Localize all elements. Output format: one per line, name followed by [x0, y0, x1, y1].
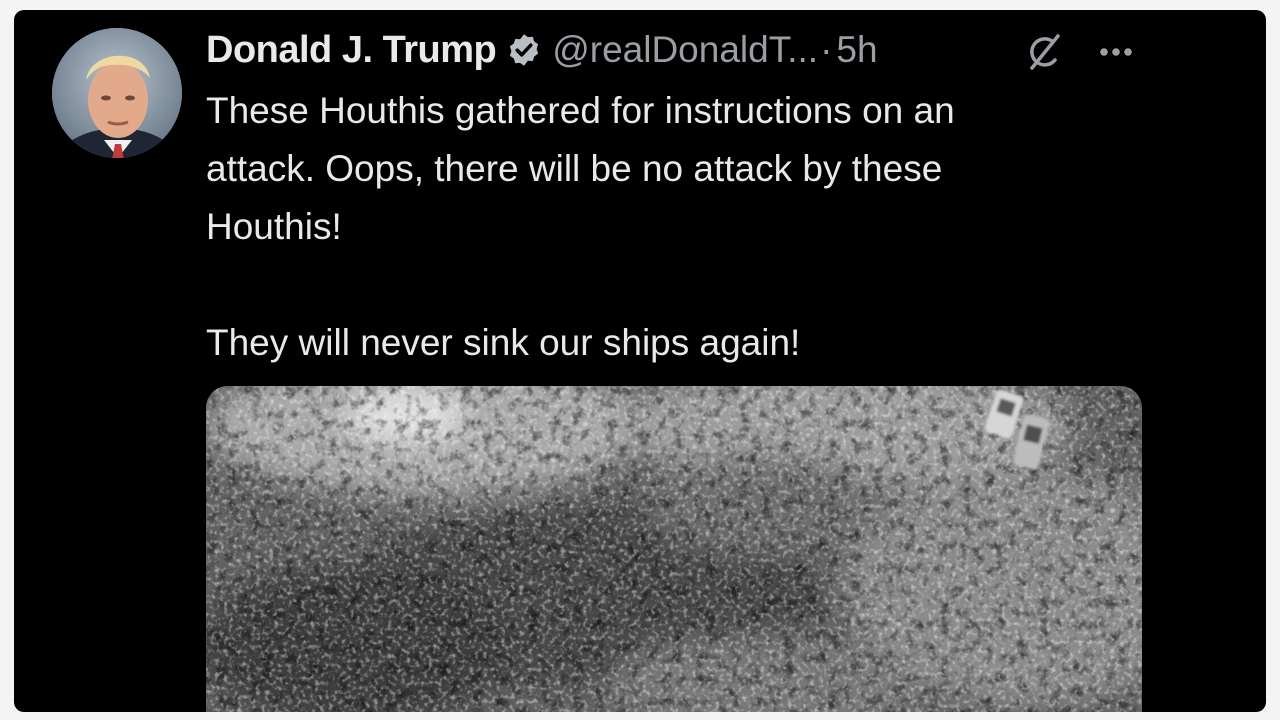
- user-handle[interactable]: @realDonaldT...: [552, 29, 818, 71]
- post-video[interactable]: [206, 386, 1142, 712]
- post-text: These Houthis gathered for instructions …: [206, 82, 1166, 372]
- post-text-line: attack. Oops, there will be no attack by…: [206, 148, 943, 189]
- post-header: Donald J. Trump @realDonaldT... · 5h: [206, 26, 878, 74]
- post-text-line: They will never sink our ships again!: [206, 322, 801, 363]
- display-name[interactable]: Donald J. Trump: [206, 29, 497, 72]
- more-options-icon[interactable]: [1096, 42, 1136, 62]
- post-time[interactable]: 5h: [836, 29, 877, 71]
- avatar[interactable]: [52, 28, 182, 158]
- separator-dot: ·: [820, 29, 833, 70]
- post-card[interactable]: Donald J. Trump @realDonaldT... · 5h The…: [14, 10, 1266, 712]
- post-text-line: These Houthis gathered for instructions …: [206, 90, 955, 131]
- grok-icon[interactable]: [1022, 32, 1066, 72]
- post-text-line: Houthis!: [206, 206, 342, 247]
- verified-badge-icon[interactable]: [506, 32, 542, 68]
